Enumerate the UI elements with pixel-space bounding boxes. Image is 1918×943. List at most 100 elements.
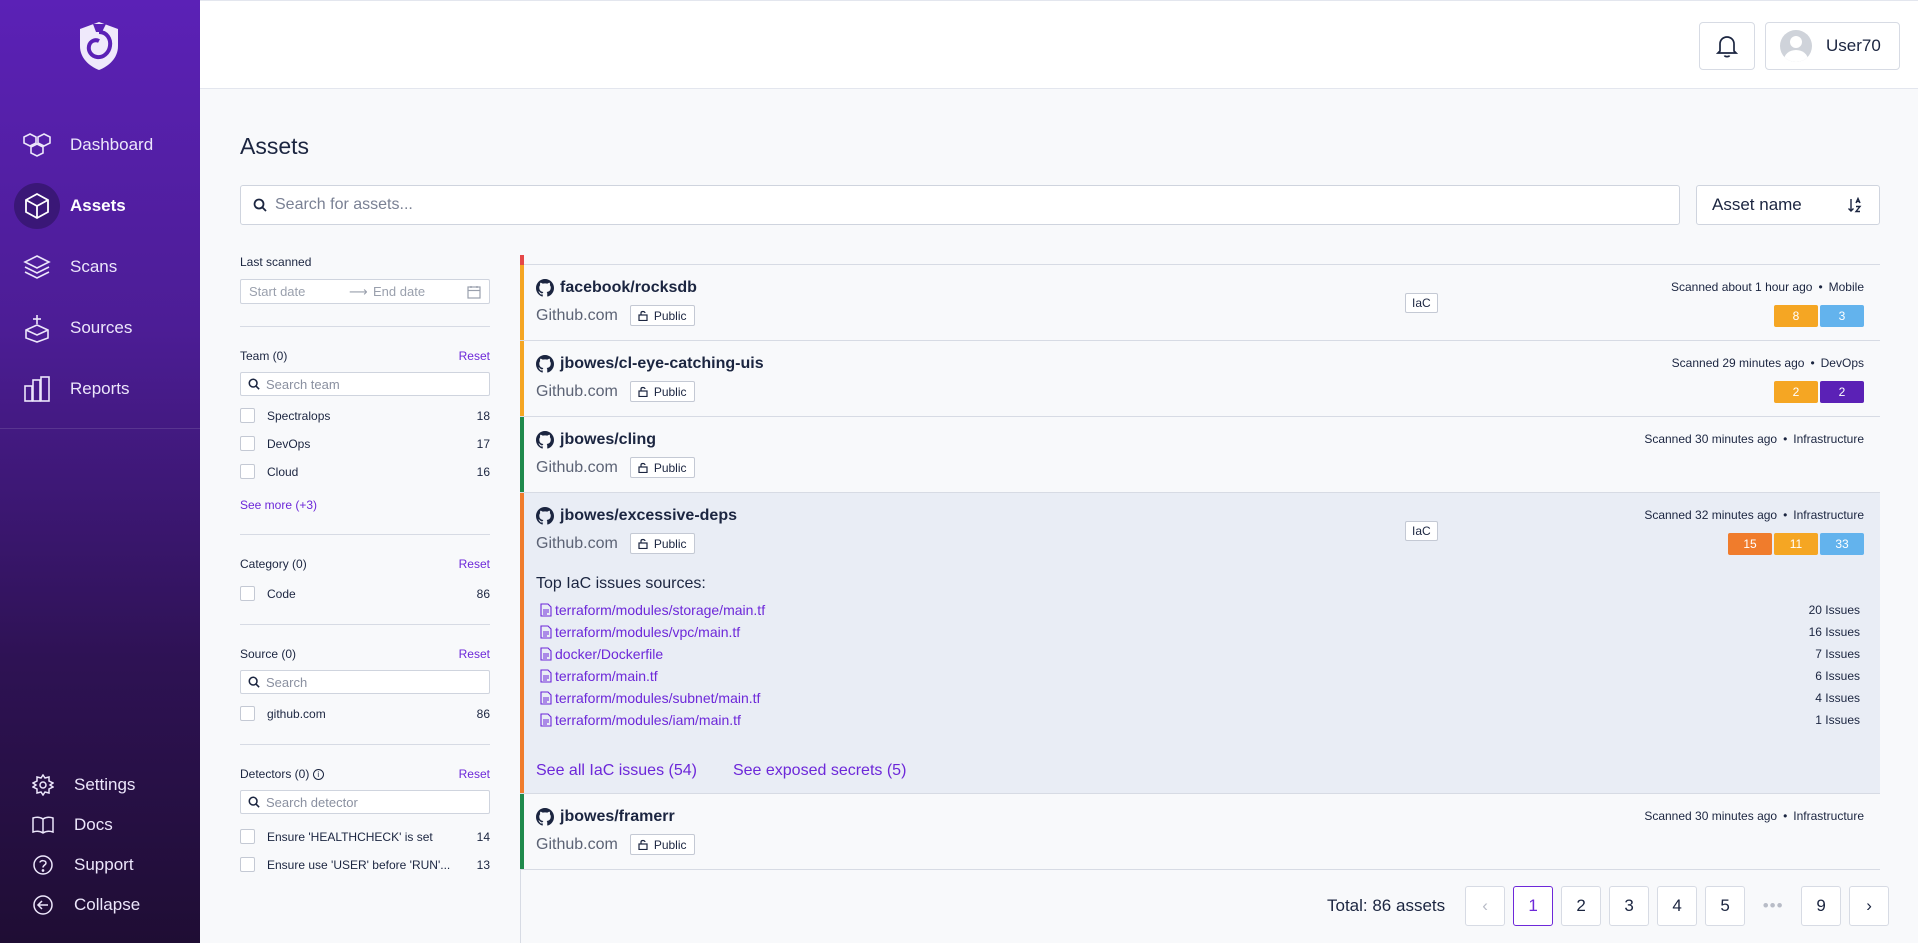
sidebar-item-dashboard[interactable]: Dashboard	[0, 121, 200, 169]
team-search-input[interactable]: Search team	[240, 372, 490, 396]
asset-name[interactable]: jbowes/cling	[536, 431, 656, 449]
visibility-badge: Public	[629, 305, 695, 326]
search-icon	[248, 378, 260, 390]
divider	[240, 744, 490, 745]
next-page-button[interactable]: ›	[1849, 886, 1890, 926]
asset-name[interactable]: jbowes/framerr	[536, 808, 675, 826]
logo-icon[interactable]	[76, 20, 122, 72]
category-option[interactable]: Code 86	[240, 585, 490, 602]
team-reset-link[interactable]: Reset	[459, 349, 490, 363]
list-item: docker/Dockerfile 7 Issues	[540, 643, 1860, 665]
detector-option[interactable]: Ensure 'HEALTHCHECK' is set 14	[240, 828, 490, 845]
list-item-partial	[520, 255, 1880, 265]
medium-badge[interactable]: 11	[1774, 533, 1818, 555]
source-option[interactable]: github.com 86	[240, 705, 490, 722]
asset-row[interactable]: facebook/rocksdb Github.com Public IaC S…	[520, 265, 1880, 341]
search-input[interactable]	[275, 196, 1655, 214]
sort-select[interactable]: Asset name	[1696, 185, 1880, 225]
page-button[interactable]: 1	[1513, 886, 1554, 926]
username: User70	[1826, 36, 1881, 55]
severity-bar	[520, 265, 524, 340]
checkbox[interactable]	[240, 586, 255, 601]
unlock-icon	[638, 538, 648, 549]
source-reset-link[interactable]: Reset	[459, 647, 490, 661]
source-search-input[interactable]: Search	[240, 670, 490, 694]
sidebar-item-collapse[interactable]: Collapse	[0, 885, 200, 925]
see-all-iac-issues-link[interactable]: See all IaC issues (54)	[536, 762, 697, 780]
list-item: terraform/modules/iam/main.tf 1 Issues	[540, 709, 1860, 731]
page-title: Assets	[240, 133, 310, 159]
divider	[240, 534, 490, 535]
sidebar-item-scans[interactable]: Scans	[0, 243, 200, 291]
issue-count: 6 Issues	[1815, 669, 1860, 683]
checkbox[interactable]	[240, 706, 255, 721]
sidebar-item-docs[interactable]: Docs	[0, 805, 200, 845]
see-exposed-secrets-link[interactable]: See exposed secrets (5)	[733, 762, 906, 780]
page-button[interactable]: 9	[1801, 886, 1842, 926]
source-file-link[interactable]: terraform/modules/storage/main.tf	[540, 602, 765, 618]
checkbox[interactable]	[240, 408, 255, 423]
detectors-reset-link[interactable]: Reset	[459, 767, 490, 781]
github-icon	[536, 808, 554, 826]
scan-meta: Scanned 30 minutes ago • Infrastructure	[1644, 432, 1864, 446]
github-icon	[536, 431, 554, 449]
notifications-button[interactable]	[1699, 22, 1755, 70]
asset-host: Github.com Public	[536, 381, 695, 402]
asset-name[interactable]: jbowes/excessive-deps	[536, 507, 737, 525]
high-badge[interactable]: 15	[1728, 533, 1772, 555]
source-file-link[interactable]: terraform/modules/vpc/main.tf	[540, 624, 740, 640]
medium-badge[interactable]: 8	[1774, 305, 1818, 327]
source-file-link[interactable]: terraform/main.tf	[540, 668, 658, 684]
page-button[interactable]: 4	[1657, 886, 1698, 926]
page-button[interactable]: 2	[1561, 886, 1602, 926]
start-date[interactable]: Start date	[249, 284, 349, 299]
sidebar-item-reports[interactable]: Reports	[0, 365, 200, 413]
prev-page-button[interactable]: ‹	[1465, 886, 1506, 926]
team-option[interactable]: Cloud 16	[240, 463, 490, 480]
info-icon[interactable]: i	[312, 769, 324, 781]
sort-az-icon	[1848, 197, 1862, 213]
source-file-link[interactable]: terraform/modules/iam/main.tf	[540, 712, 741, 728]
severity-bar	[520, 417, 524, 492]
sidebar-item-label: Support	[74, 855, 134, 874]
asset-row-expanded[interactable]: jbowes/excessive-deps Github.com Public …	[520, 493, 1880, 794]
asset-name[interactable]: facebook/rocksdb	[536, 279, 697, 297]
file-icon	[540, 669, 552, 683]
asset-row[interactable]: jbowes/cl-eye-catching-uis Github.com Pu…	[520, 341, 1880, 417]
unlock-icon	[638, 386, 648, 397]
info-badge[interactable]: 2	[1820, 381, 1864, 403]
sidebar-item-assets[interactable]: Assets	[0, 182, 200, 230]
asset-row[interactable]: jbowes/cling Github.com Public Scanned 3…	[520, 417, 1880, 493]
visibility-badge: Public	[629, 381, 695, 402]
page-button[interactable]: 3	[1609, 886, 1650, 926]
sort-label: Asset name	[1712, 195, 1802, 214]
sidebar-item-settings[interactable]: Settings	[0, 765, 200, 805]
low-badge[interactable]: 33	[1820, 533, 1864, 555]
asset-name[interactable]: jbowes/cl-eye-catching-uis	[536, 355, 764, 373]
see-more-teams-link[interactable]: See more (+3)	[240, 498, 490, 512]
category-reset-link[interactable]: Reset	[459, 557, 490, 571]
bell-icon	[1716, 36, 1738, 58]
sidebar-item-sources[interactable]: Sources	[0, 304, 200, 352]
collapse-icon	[33, 895, 53, 915]
medium-badge[interactable]: 2	[1774, 381, 1818, 403]
team-option[interactable]: DevOps 17	[240, 435, 490, 452]
source-file-link[interactable]: docker/Dockerfile	[540, 646, 663, 662]
page-button[interactable]: 5	[1705, 886, 1746, 926]
checkbox[interactable]	[240, 857, 255, 872]
user-menu-button[interactable]: User70	[1765, 22, 1900, 70]
low-badge[interactable]: 3	[1820, 305, 1864, 327]
checkbox[interactable]	[240, 436, 255, 451]
checkbox[interactable]	[240, 829, 255, 844]
team-option[interactable]: Spectralops 18	[240, 407, 490, 424]
end-date[interactable]: End date	[373, 284, 425, 299]
asset-row[interactable]: jbowes/framerr Github.com Public Scanned…	[520, 794, 1880, 870]
detector-option[interactable]: Ensure use 'USER' before 'RUN'... 13	[240, 856, 490, 873]
sidebar-item-support[interactable]: Support	[0, 845, 200, 885]
date-range-picker[interactable]: Start date ⟶ End date	[240, 279, 490, 304]
detector-search-input[interactable]: Search detector	[240, 790, 490, 814]
asset-search[interactable]	[240, 185, 1680, 225]
checkbox[interactable]	[240, 464, 255, 479]
source-file-link[interactable]: terraform/modules/subnet/main.tf	[540, 690, 760, 706]
asset-host: Github.com Public	[536, 457, 695, 478]
